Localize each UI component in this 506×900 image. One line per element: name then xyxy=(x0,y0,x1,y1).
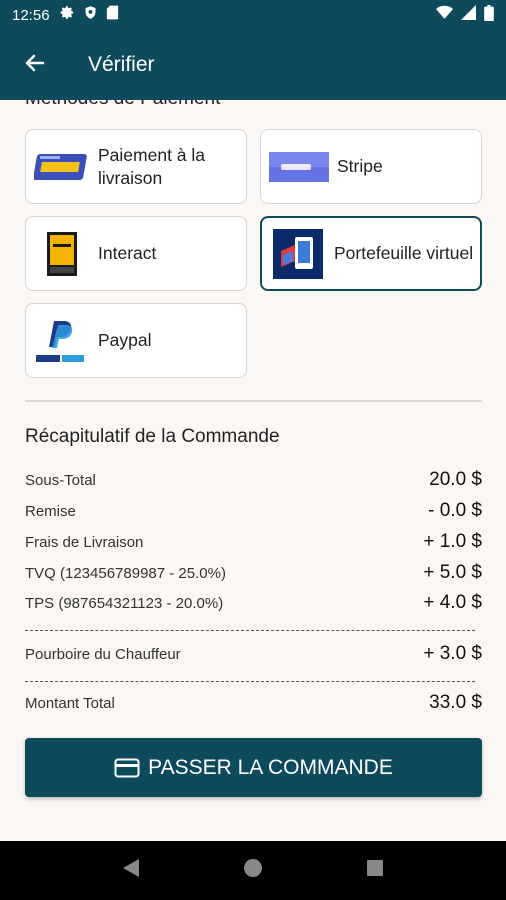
nav-recents-button[interactable] xyxy=(355,851,395,891)
summary-row-delivery-fee: Frais de Livraison + 1.0 $ xyxy=(25,531,482,553)
virtual-wallet-logo xyxy=(270,228,326,279)
payment-option-label: Stripe xyxy=(337,156,383,176)
summary-row-value: + 5.0 $ xyxy=(423,562,482,583)
signal-icon xyxy=(461,5,476,25)
payment-option-paypal[interactable]: Paypal xyxy=(25,303,247,378)
summary-row-value: + 3.0 $ xyxy=(423,643,482,664)
summary-row-discount: Remise - 0.0 $ xyxy=(25,500,482,522)
payment-option-label: Interact xyxy=(98,243,157,263)
section-divider xyxy=(25,400,482,402)
order-summary-title: Récapitulatif de la Commande xyxy=(25,426,280,447)
summary-row-label: TVQ (123456789987 - 25.0%) xyxy=(25,564,226,582)
payment-methods-title: Méthodes de Paiement xyxy=(25,100,220,110)
summary-row-value: 33.0 $ xyxy=(429,692,482,713)
summary-row-label: TPS (987654321123 - 20.0%) xyxy=(25,594,224,612)
payment-option-interact[interactable]: Interact xyxy=(25,216,247,291)
checkout-content[interactable]: Méthodes de Paiement Paiement à la livra… xyxy=(0,100,506,841)
place-order-button[interactable]: PASSER LA COMMANDE xyxy=(25,738,482,797)
summary-row-tvq: TVQ (123456789987 - 25.0%) + 5.0 $ xyxy=(25,562,482,584)
summary-row-driver-tip: Pourboire du Chauffeur + 3.0 $ xyxy=(25,643,482,665)
sd-card-icon xyxy=(106,5,119,25)
wifi-icon xyxy=(436,5,453,25)
interac-logo xyxy=(34,230,90,278)
payment-option-label: Paiement à la livraison xyxy=(98,144,206,188)
paypal-logo xyxy=(34,317,90,365)
summary-row-tps: TPS (987654321123 - 20.0%) + 4.0 $ xyxy=(25,592,482,614)
payment-option-cash-on-delivery[interactable]: Paiement à la livraison xyxy=(25,129,247,204)
triangle-back-icon xyxy=(122,858,140,883)
square-recents-icon xyxy=(366,859,384,882)
status-time: 12:56 xyxy=(12,6,50,24)
gear-icon xyxy=(60,5,75,25)
place-order-label: PASSER LA COMMANDE xyxy=(148,755,393,779)
summary-row-total: Montant Total 33.0 $ xyxy=(25,692,482,714)
summary-row-value: 20.0 $ xyxy=(429,469,482,490)
system-nav-bar xyxy=(0,841,506,900)
summary-row-label: Frais de Livraison xyxy=(25,533,144,551)
payment-option-label: Portefeuille virtuel xyxy=(334,243,474,263)
dashed-divider xyxy=(25,681,475,682)
status-bar: 12:56 xyxy=(0,0,506,30)
payment-option-virtual-wallet[interactable]: Portefeuille virtuel xyxy=(260,216,482,291)
battery-icon xyxy=(484,4,494,26)
arrow-left-icon xyxy=(23,51,47,80)
dashed-divider xyxy=(25,630,475,631)
summary-row-subtotal: Sous-Total 20.0 $ xyxy=(25,469,482,491)
page-title: Vérifier xyxy=(88,53,155,76)
back-button[interactable] xyxy=(0,30,70,100)
summary-row-value: + 1.0 $ xyxy=(423,531,482,552)
summary-row-value: - 0.0 $ xyxy=(428,500,482,521)
credit-card-icon xyxy=(114,758,140,778)
summary-row-label: Pourboire du Chauffeur xyxy=(25,645,181,663)
app-bar: Vérifier xyxy=(0,30,506,100)
summary-row-label: Montant Total xyxy=(25,694,115,712)
cash-on-delivery-logo xyxy=(34,143,90,191)
stripe-logo xyxy=(269,143,329,191)
summary-row-label: Sous-Total xyxy=(25,471,96,489)
summary-row-value: + 4.0 $ xyxy=(423,592,482,613)
nav-back-button[interactable] xyxy=(111,851,151,891)
summary-row-label: Remise xyxy=(25,502,76,520)
payment-option-label: Paypal xyxy=(98,330,152,350)
nav-home-button[interactable] xyxy=(233,851,273,891)
payment-option-stripe[interactable]: Stripe xyxy=(260,129,482,204)
circle-home-icon xyxy=(243,858,263,883)
shield-icon xyxy=(83,5,98,25)
